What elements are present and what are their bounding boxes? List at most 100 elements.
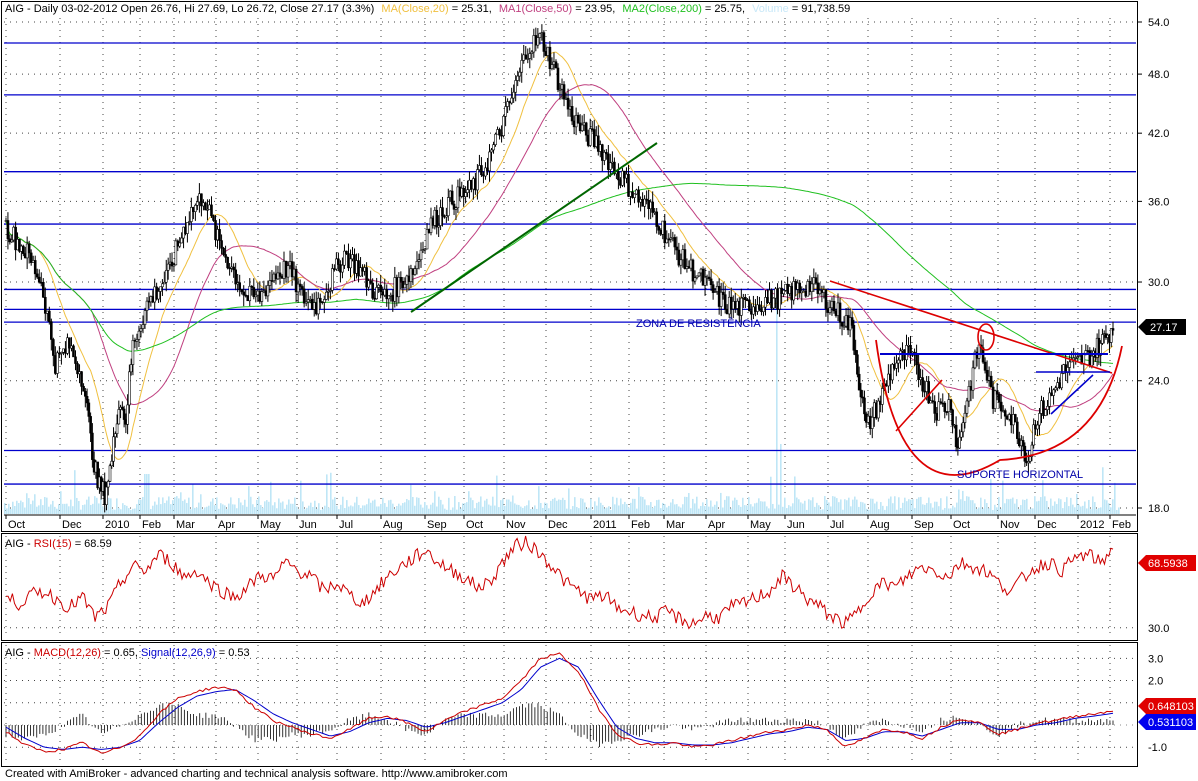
candle-body	[278, 272, 282, 277]
volume-bar	[80, 509, 82, 514]
candle-body	[933, 401, 937, 414]
candle-body	[895, 362, 898, 369]
volume-bar	[648, 505, 650, 514]
candle-body	[850, 317, 854, 326]
candle-body	[282, 260, 286, 279]
volume-bar	[1034, 496, 1036, 514]
volume-bar	[622, 504, 624, 514]
volume-bar	[1096, 509, 1098, 514]
candle-body	[474, 178, 477, 191]
volume-bar	[262, 507, 264, 514]
volume-bar	[740, 506, 742, 514]
volume-bar	[280, 502, 282, 514]
volume-bar	[462, 503, 464, 514]
candle-body	[367, 280, 370, 288]
candle-body	[218, 229, 221, 241]
candle-body	[347, 253, 350, 269]
candle-body	[649, 201, 652, 210]
volume-bar	[272, 505, 274, 514]
candle-body	[1042, 400, 1045, 416]
candle-body	[526, 58, 530, 60]
volume-bar	[174, 497, 176, 514]
candle-body	[546, 46, 550, 56]
volume-bar	[620, 498, 622, 514]
volume-bar	[936, 501, 938, 514]
volume-bar	[690, 508, 692, 514]
volume-bar	[678, 506, 680, 514]
candle-body	[250, 285, 254, 288]
candle-body	[1007, 414, 1011, 420]
volume-bar	[54, 506, 56, 514]
volume-bar	[560, 499, 562, 514]
candle-body	[808, 281, 812, 293]
candle-body	[844, 315, 848, 327]
volume-bar	[938, 506, 940, 514]
candle-body	[554, 61, 558, 69]
volume-bar	[188, 497, 190, 514]
volume-bar	[346, 500, 348, 514]
candle-body	[85, 396, 89, 404]
candle-body	[359, 267, 362, 277]
volume-bar	[828, 502, 830, 514]
candle-body	[506, 101, 509, 107]
volume-bar	[366, 504, 368, 514]
candle-body	[415, 261, 419, 269]
candle-body	[188, 221, 191, 223]
candle-body	[192, 207, 195, 212]
volume-bar	[1062, 508, 1064, 514]
candle-body	[484, 167, 487, 177]
volume-bar	[354, 502, 356, 514]
volume-bar	[52, 500, 54, 514]
candle-body	[25, 243, 29, 259]
volume-bar	[786, 508, 788, 514]
volume-bar	[32, 500, 34, 514]
volume-bar	[296, 506, 298, 514]
volume-bar	[742, 497, 744, 514]
volume-bar	[576, 507, 578, 514]
volume-bar	[1002, 480, 1004, 514]
volume-bar	[388, 500, 390, 514]
volume-bar	[330, 472, 332, 514]
volume-bar	[768, 508, 770, 514]
volume-bar	[260, 505, 262, 514]
volume-bar	[716, 501, 718, 514]
candle-body	[510, 97, 513, 104]
price-x-axis: Oct Dec 2010 Feb Mar Apr May Jun Jul Aug Sep Oct Nov…	[4, 514, 1136, 531]
candle-body	[135, 339, 139, 342]
candle-body	[879, 400, 882, 405]
volume-bar	[1052, 505, 1054, 514]
volume-bar	[158, 497, 160, 514]
candle-body	[750, 310, 753, 315]
candle-body	[1101, 334, 1104, 344]
signal-header-label: Signal(12,26,9)	[141, 647, 216, 659]
volume-bar	[1010, 498, 1012, 514]
volume-bar	[62, 503, 64, 514]
volume-bar	[836, 498, 838, 514]
candle-body	[866, 415, 870, 423]
candle-body	[260, 291, 264, 302]
candle-body	[357, 260, 360, 277]
volume-bar	[862, 502, 864, 514]
candle-body	[960, 431, 963, 438]
candle-body	[52, 339, 55, 356]
candle-body	[387, 295, 391, 300]
volume-bar	[724, 499, 726, 514]
volume-bar	[902, 502, 904, 514]
volume-bar	[338, 509, 340, 514]
volume-bar	[884, 509, 886, 514]
volume-bar	[834, 496, 836, 514]
candle-body	[991, 386, 995, 409]
candle-body	[516, 75, 519, 81]
candle-body	[224, 254, 227, 258]
volume-bar	[114, 509, 116, 514]
candle-body	[611, 161, 614, 164]
last-price-text: 27.17	[1150, 322, 1178, 334]
volume-bar	[718, 509, 720, 514]
candle-body	[1074, 357, 1078, 359]
candle-body	[238, 282, 241, 290]
candle-body	[373, 297, 376, 300]
candle-body	[252, 287, 256, 298]
candle-body	[723, 294, 727, 310]
volume-bar	[182, 500, 184, 514]
volume-bar	[1080, 506, 1082, 514]
